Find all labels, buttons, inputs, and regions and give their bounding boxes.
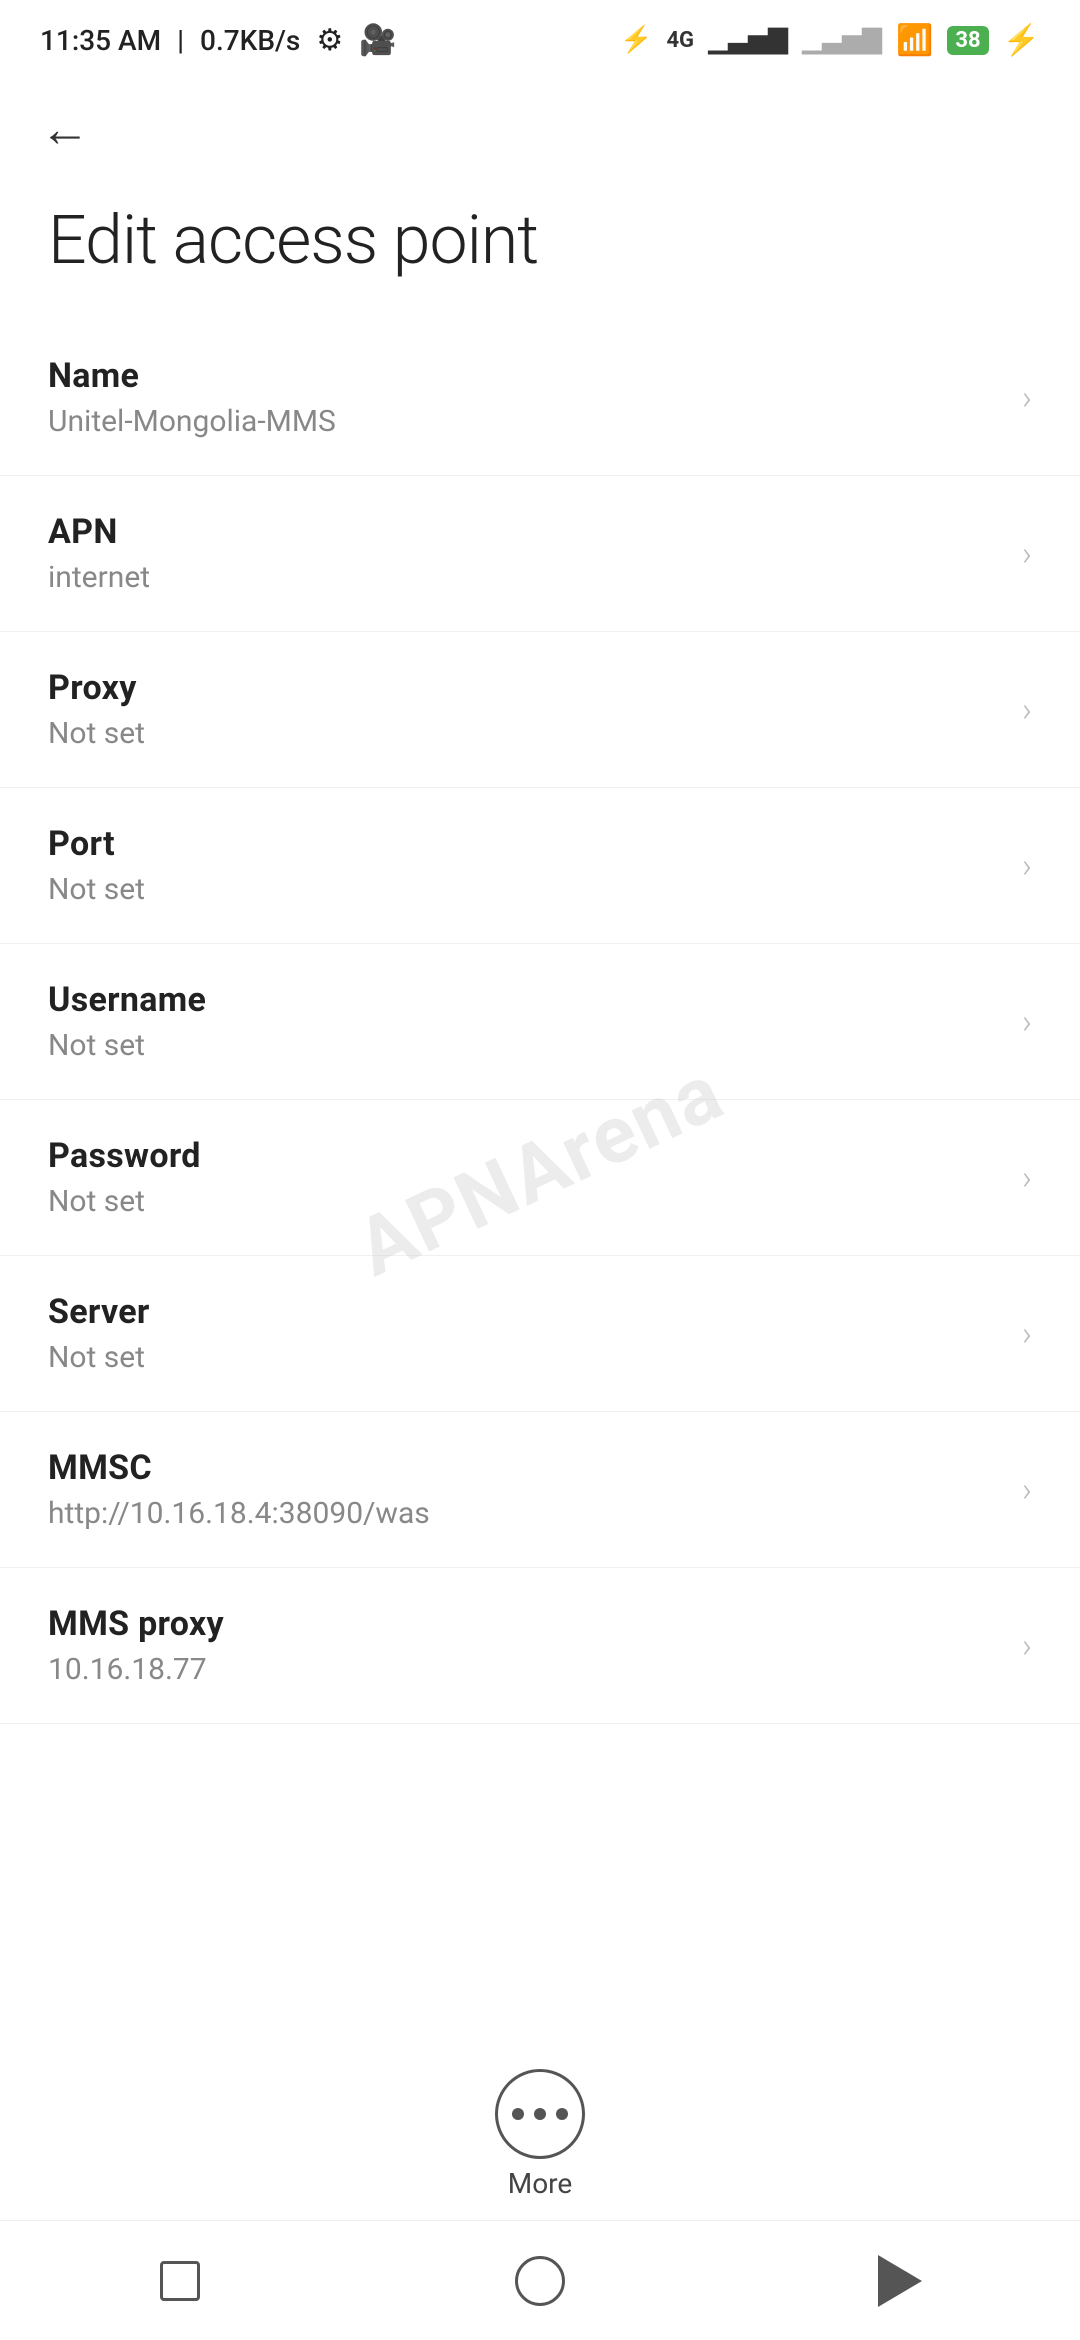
settings-item-proxy-content: Proxy Not set [48, 668, 145, 751]
settings-value-mmsc: http://10.16.18.4:38090/was [48, 1496, 430, 1531]
settings-value-password: Not set [48, 1184, 201, 1219]
camera-icon: 🎥 [359, 23, 396, 58]
settings-item-name-content: Name Unitel-Mongolia-MMS [48, 356, 336, 439]
nav-back-icon [878, 2255, 922, 2307]
settings-label-mmsc: MMSC [48, 1448, 430, 1488]
more-circle-icon [495, 2069, 585, 2159]
more-dot-1 [512, 2108, 524, 2120]
settings-value-port: Not set [48, 872, 145, 907]
charging-icon: ⚡ [1003, 23, 1040, 58]
chevron-proxy-icon: › [1022, 690, 1032, 730]
status-speed: 0.7KB/s [200, 24, 300, 57]
chevron-apn-icon: › [1022, 534, 1032, 574]
settings-label-password: Password [48, 1136, 201, 1176]
settings-item-apn[interactable]: APN internet › [0, 476, 1080, 632]
signal-bars-icon: ▁▃▅▇ [708, 25, 788, 55]
settings-list: Name Unitel-Mongolia-MMS › APN internet … [0, 320, 1080, 1724]
nav-recents-button[interactable] [140, 2241, 220, 2321]
settings-label-username: Username [48, 980, 206, 1020]
settings-value-name: Unitel-Mongolia-MMS [48, 404, 336, 439]
chevron-mmsc-icon: › [1022, 1470, 1032, 1510]
nav-recents-icon [160, 2261, 200, 2301]
status-bar: 11:35 AM | 0.7KB/s ⚙ 🎥 ⚡ 4G ▁▃▅▇ ▁▃▅▇ 📶 … [0, 0, 1080, 80]
status-right: ⚡ 4G ▁▃▅▇ ▁▃▅▇ 📶 38 ⚡ [620, 23, 1040, 58]
settings-item-mmsc-content: MMSC http://10.16.18.4:38090/was [48, 1448, 430, 1531]
bluetooth-icon: ⚡ [620, 25, 652, 55]
back-button[interactable]: ← [40, 105, 90, 155]
more-dots-icon [512, 2108, 568, 2120]
settings-value-server: Not set [48, 1340, 150, 1375]
more-dot-2 [534, 2108, 546, 2120]
settings-item-port[interactable]: Port Not set › [0, 788, 1080, 944]
settings-item-port-content: Port Not set [48, 824, 145, 907]
top-bar: ← [0, 80, 1080, 180]
signal-4g-icon: 4G [666, 28, 694, 53]
wifi-icon: 📶 [896, 23, 933, 58]
nav-home-button[interactable] [500, 2241, 580, 2321]
settings-item-name[interactable]: Name Unitel-Mongolia-MMS › [0, 320, 1080, 476]
nav-back-button[interactable] [860, 2241, 940, 2321]
battery-indicator: 38 [947, 26, 988, 55]
more-dot-3 [556, 2108, 568, 2120]
settings-item-server[interactable]: Server Not set › [0, 1256, 1080, 1412]
status-left: 11:35 AM | 0.7KB/s ⚙ 🎥 [40, 23, 397, 58]
settings-label-proxy: Proxy [48, 668, 145, 708]
chevron-name-icon: › [1022, 378, 1032, 418]
settings-icon: ⚙ [316, 23, 343, 58]
page-title: Edit access point [0, 180, 1080, 320]
settings-item-mmsc[interactable]: MMSC http://10.16.18.4:38090/was › [0, 1412, 1080, 1568]
settings-item-proxy[interactable]: Proxy Not set › [0, 632, 1080, 788]
battery-level: 38 [955, 28, 980, 53]
chevron-server-icon: › [1022, 1314, 1032, 1354]
status-time: 11:35 AM [40, 24, 161, 57]
settings-item-username[interactable]: Username Not set › [0, 944, 1080, 1100]
settings-item-apn-content: APN internet [48, 512, 150, 595]
settings-value-apn: internet [48, 560, 150, 595]
settings-value-mms-proxy: 10.16.18.77 [48, 1652, 224, 1687]
more-button[interactable]: More [495, 2069, 585, 2200]
settings-item-password[interactable]: Password Not set › [0, 1100, 1080, 1256]
settings-item-server-content: Server Not set [48, 1292, 150, 1375]
chevron-password-icon: › [1022, 1158, 1032, 1198]
settings-item-username-content: Username Not set [48, 980, 206, 1063]
settings-label-mms-proxy: MMS proxy [48, 1604, 224, 1644]
settings-item-password-content: Password Not set [48, 1136, 201, 1219]
settings-value-username: Not set [48, 1028, 206, 1063]
settings-label-name: Name [48, 356, 336, 396]
settings-label-server: Server [48, 1292, 150, 1332]
settings-item-mms-proxy[interactable]: MMS proxy 10.16.18.77 › [0, 1568, 1080, 1724]
more-label: More [508, 2167, 573, 2200]
settings-value-proxy: Not set [48, 716, 145, 751]
chevron-port-icon: › [1022, 846, 1032, 886]
signal-bars2-icon: ▁▃▅▇ [802, 25, 882, 55]
chevron-mms-proxy-icon: › [1022, 1626, 1032, 1666]
settings-label-apn: APN [48, 512, 150, 552]
status-separator: | [177, 24, 184, 57]
settings-item-mms-proxy-content: MMS proxy 10.16.18.77 [48, 1604, 224, 1687]
nav-bar [0, 2220, 1080, 2340]
settings-label-port: Port [48, 824, 145, 864]
nav-home-icon [515, 2256, 565, 2306]
chevron-username-icon: › [1022, 1002, 1032, 1042]
